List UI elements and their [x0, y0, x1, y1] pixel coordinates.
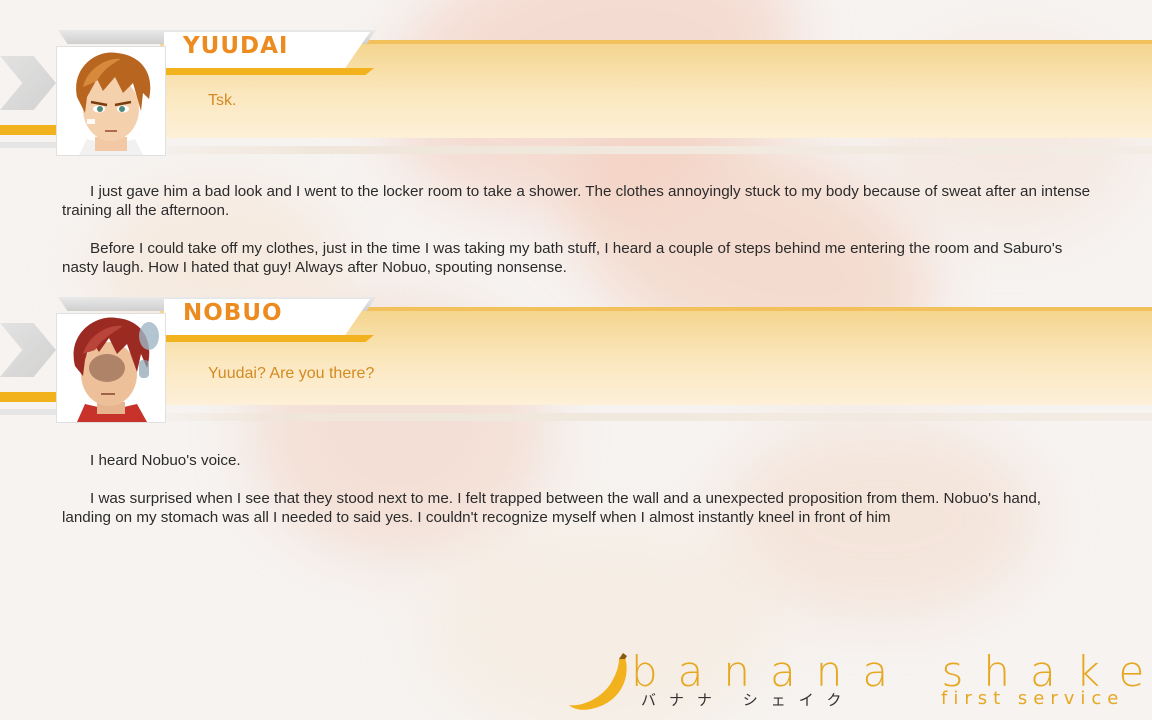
nobuo-portrait: [56, 313, 166, 423]
dialogue-text: Tsk.: [208, 92, 237, 109]
logo-subtitle: first service: [941, 688, 1125, 709]
chevron-decoration: [0, 56, 56, 110]
divider: [0, 409, 56, 415]
game-screen[interactable]: YUUDAI Tsk. I just gave him a bad look a…: [0, 0, 1152, 720]
speaker-name: YUUDAI: [183, 33, 289, 59]
banana-icon: [569, 653, 627, 710]
narration-block: I heard Nobuo's voice. I was surprised w…: [62, 451, 1094, 527]
accent-bar: [0, 125, 56, 135]
speaker-name: NOBUO: [183, 300, 283, 326]
name-underline: [164, 68, 374, 75]
divider: [120, 146, 1152, 154]
narration-paragraph: I heard Nobuo's voice.: [90, 452, 241, 469]
dialogue-box-yuudai[interactable]: YUUDAI Tsk.: [0, 30, 1152, 160]
logo-kana: バナナ シェイク: [641, 691, 855, 709]
game-logo: banana shake バナナ シェイク first service: [565, 645, 1152, 720]
narration-paragraph: Before I could take off my clothes, just…: [62, 240, 1063, 276]
divider: [120, 413, 1152, 421]
yuudai-portrait: [56, 46, 166, 156]
name-underline: [164, 335, 374, 342]
accent-bar: [0, 392, 56, 402]
chevron-decoration: [0, 323, 56, 377]
divider: [0, 142, 56, 148]
dialogue-box-nobuo[interactable]: NOBUO Yuudai? Are you there?: [0, 297, 1152, 427]
dialogue-text: Yuudai? Are you there?: [208, 365, 375, 382]
narration-paragraph: I was surprised when I see that they sto…: [62, 490, 1041, 526]
narration-paragraph: I just gave him a bad look and I went to…: [62, 183, 1091, 219]
narration-block: I just gave him a bad look and I went to…: [62, 182, 1094, 277]
